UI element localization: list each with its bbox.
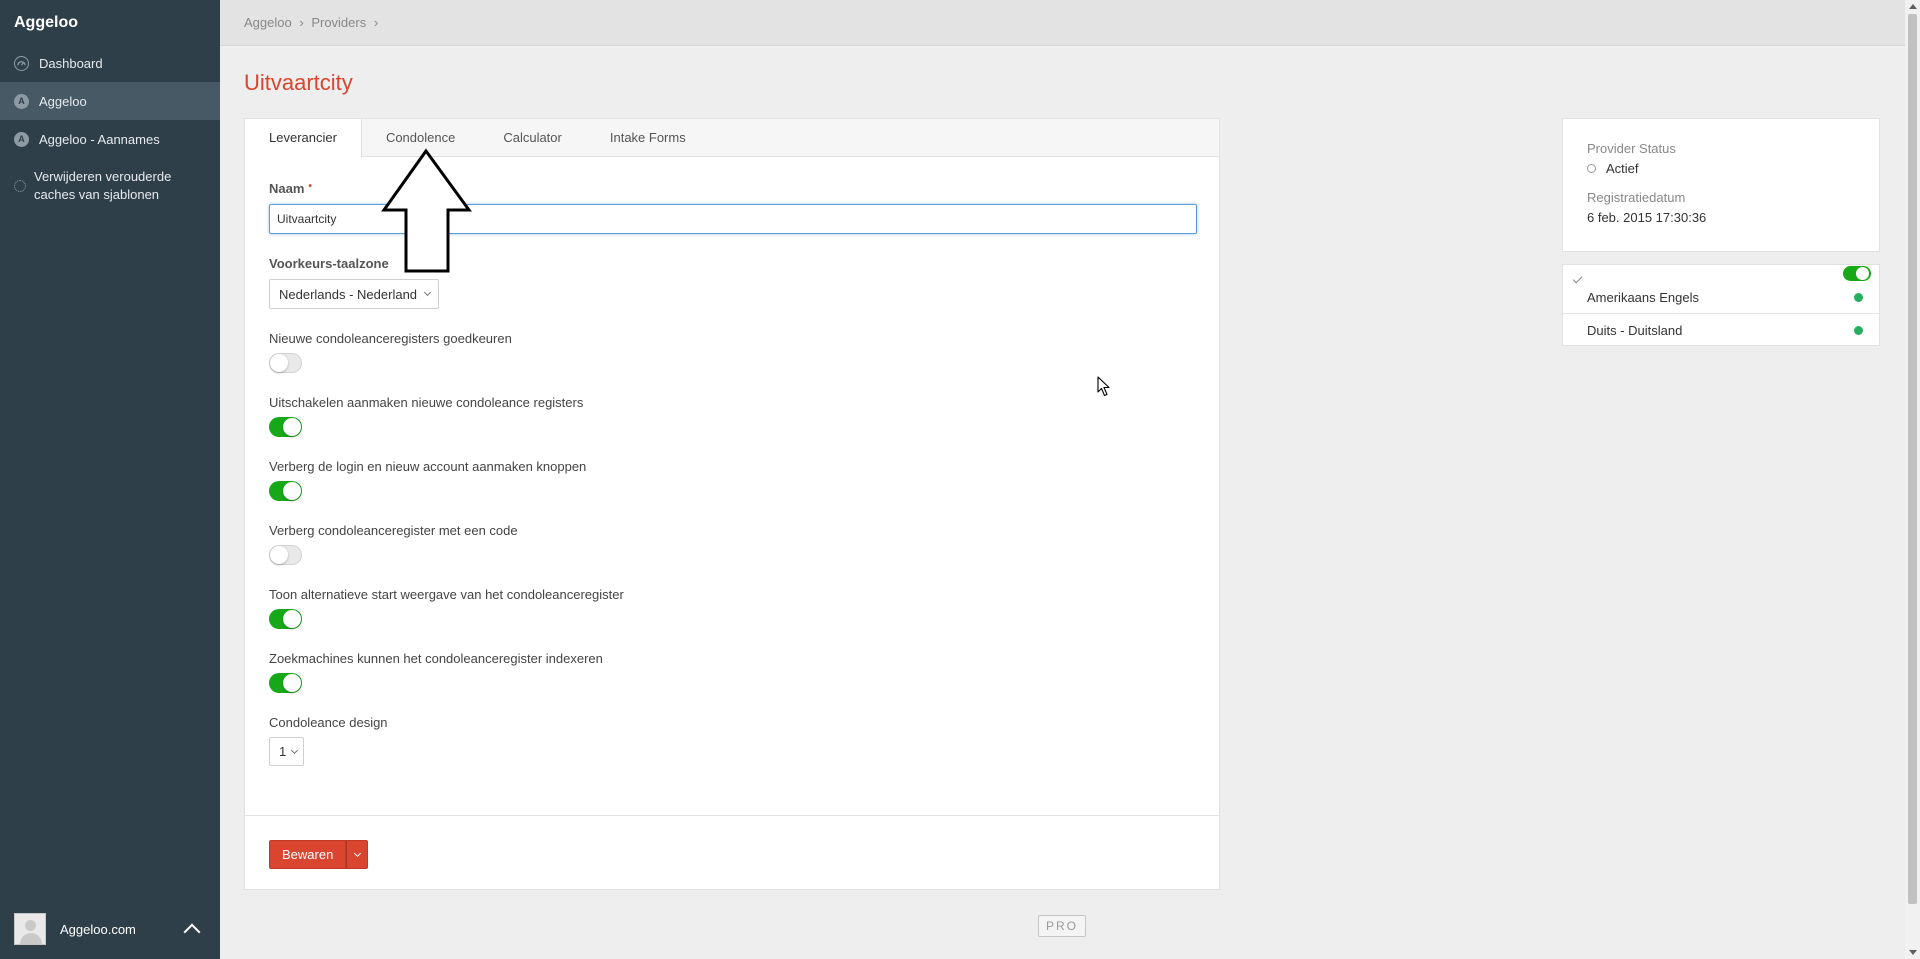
- toggle-search-engine-indexing: Zoekmachines kunnen het condoleanceregis…: [269, 651, 1195, 693]
- status-badge: Actief: [1606, 161, 1639, 176]
- sidebar-item-aggeloo-aannames[interactable]: A Aggeloo - Aannames: [0, 120, 220, 158]
- scrollbar[interactable]: [1905, 0, 1920, 959]
- chevron-down-icon: [353, 849, 361, 857]
- tab-leverancier[interactable]: Leverancier: [245, 119, 362, 158]
- toggle-switch[interactable]: [269, 609, 302, 629]
- toggle-approve-registers: Nieuwe condoleanceregisters goedkeuren: [269, 331, 1195, 373]
- naam-label-text: Naam: [269, 181, 305, 196]
- breadcrumb: Aggeloo › Providers ›: [220, 0, 1905, 46]
- scroll-thumb[interactable]: [1908, 14, 1917, 904]
- up-arrow-icon: [381, 148, 472, 273]
- toggle-label: Zoekmachines kunnen het condoleanceregis…: [269, 651, 603, 666]
- status-title: Provider Status: [1587, 141, 1676, 156]
- locale-select-value: Nederlands - Nederland: [279, 286, 418, 302]
- toggle-hide-register-with-code: Verberg condoleanceregister met een code: [269, 523, 1195, 565]
- toggle-label: Verberg de login en nieuw account aanmak…: [269, 459, 587, 474]
- tab-calculator[interactable]: Calculator: [479, 119, 586, 157]
- sidebar-item-label: Aggeloo - Aannames: [39, 131, 160, 147]
- toggle-hide-login-buttons: Verberg de login en nieuw account aanmak…: [269, 459, 1195, 501]
- toggle-label: Nieuwe condoleanceregisters goedkeuren: [269, 331, 512, 346]
- toggle-alternative-start-view: Toon alternatieve start weergave van het…: [269, 587, 1195, 629]
- provider-status-panel: Provider Status Actief Registratiedatum …: [1562, 118, 1880, 252]
- scroll-up-icon[interactable]: [1909, 4, 1917, 9]
- breadcrumb-separator: ›: [299, 15, 304, 30]
- dashboard-icon: [14, 55, 29, 71]
- toggle-switch[interactable]: [269, 417, 302, 437]
- pro-badge: PRO: [1038, 915, 1086, 937]
- toggle-knob: [270, 546, 288, 564]
- account-name[interactable]: Aggeloo.com: [60, 922, 186, 937]
- avatar[interactable]: [14, 913, 46, 945]
- sidebar-item-label-line1: Verwijderen verouderde: [34, 169, 172, 184]
- breadcrumb-link-providers[interactable]: Providers: [311, 15, 366, 30]
- toggle-switch[interactable]: [269, 481, 302, 501]
- toggle-switch[interactable]: [269, 353, 302, 373]
- toggle-label: Uitschakelen aanmaken nieuwe condoleance…: [269, 395, 584, 410]
- sidebar-item-label: Dashboard: [39, 55, 103, 71]
- status-dot-icon: [1854, 326, 1863, 335]
- sidebar-item-label-line2: caches van sjablonen: [34, 187, 160, 202]
- sidebar-footer[interactable]: Aggeloo.com: [0, 899, 220, 959]
- toggle-disable-new-registers: Uitschakelen aanmaken nieuwe condoleance…: [269, 395, 1195, 437]
- save-options-button[interactable]: [346, 840, 369, 869]
- toggle-knob: [283, 674, 301, 692]
- design-select[interactable]: 1: [269, 737, 305, 766]
- locale-select[interactable]: Nederlands - Nederland: [269, 279, 440, 309]
- save-button-group: Bewaren: [269, 840, 369, 869]
- toggle-knob: [283, 482, 301, 500]
- form-actions: Bewaren: [245, 815, 1219, 889]
- list-item[interactable]: Duits - Duitsland: [1563, 314, 1879, 347]
- brand-title[interactable]: Aggeloo: [0, 0, 220, 44]
- status-row: Actief: [1587, 161, 1855, 176]
- toggle-knob: [283, 610, 301, 628]
- list-item[interactable]: Amerikaans Engels: [1563, 281, 1879, 314]
- breadcrumb-link-aggeloo[interactable]: Aggeloo: [244, 15, 292, 30]
- language-toggle[interactable]: [1843, 266, 1871, 281]
- toggle-knob: [1856, 267, 1869, 280]
- page-title: Uitvaartcity: [244, 70, 353, 95]
- status-radio: [1587, 164, 1596, 173]
- a-letter-icon: A: [14, 131, 29, 147]
- toggle-label: Toon alternatieve start weergave van het…: [269, 587, 624, 602]
- mouse-cursor-icon: [1097, 376, 1110, 397]
- language-list-panel: Amerikaans Engels Duits - Duitsland: [1562, 264, 1880, 346]
- chevron-up-icon[interactable]: [183, 923, 201, 941]
- tab-intake-forms[interactable]: Intake Forms: [586, 119, 710, 157]
- status-dot-icon: [1854, 292, 1863, 302]
- language-name: Duits - Duitsland: [1587, 323, 1683, 338]
- registration-date: 6 feb. 2015 17:30:36: [1587, 210, 1707, 225]
- design-select-value: 1: [279, 744, 287, 759]
- toggle-knob: [283, 418, 301, 436]
- save-button[interactable]: Bewaren: [269, 840, 347, 869]
- chevron-down-icon: [423, 288, 432, 297]
- a-letter-icon: A: [14, 93, 29, 109]
- toggle-knob: [270, 354, 288, 372]
- toggle-switch[interactable]: [269, 545, 302, 565]
- design-label: Condoleance design: [269, 715, 388, 730]
- chevron-down-icon: [291, 746, 299, 754]
- toggle-label: Verberg condoleanceregister met een code: [269, 523, 518, 538]
- sidebar-item-dashboard[interactable]: Dashboard: [0, 44, 220, 82]
- sidebar-item-label: Verwijderen verouderde caches van sjablo…: [34, 168, 171, 204]
- sidebar-item-clear-cache[interactable]: Verwijderen verouderde caches van sjablo…: [0, 158, 220, 214]
- scroll-down-icon[interactable]: [1909, 950, 1917, 955]
- required-marker: •: [308, 181, 312, 192]
- language-name: Amerikaans Engels: [1587, 289, 1699, 305]
- registration-date-title: Registratiedatum: [1587, 190, 1686, 205]
- language-list-header: [1563, 265, 1879, 284]
- breadcrumb-separator: ›: [373, 15, 379, 30]
- sidebar: Aggeloo Dashboard A Aggeloo A Aggeloo - …: [0, 0, 220, 959]
- spinner-icon: [14, 180, 26, 192]
- toggle-switch[interactable]: [269, 673, 302, 693]
- sidebar-item-aggeloo[interactable]: A Aggeloo: [0, 82, 220, 120]
- sidebar-item-label: Aggeloo: [39, 93, 87, 109]
